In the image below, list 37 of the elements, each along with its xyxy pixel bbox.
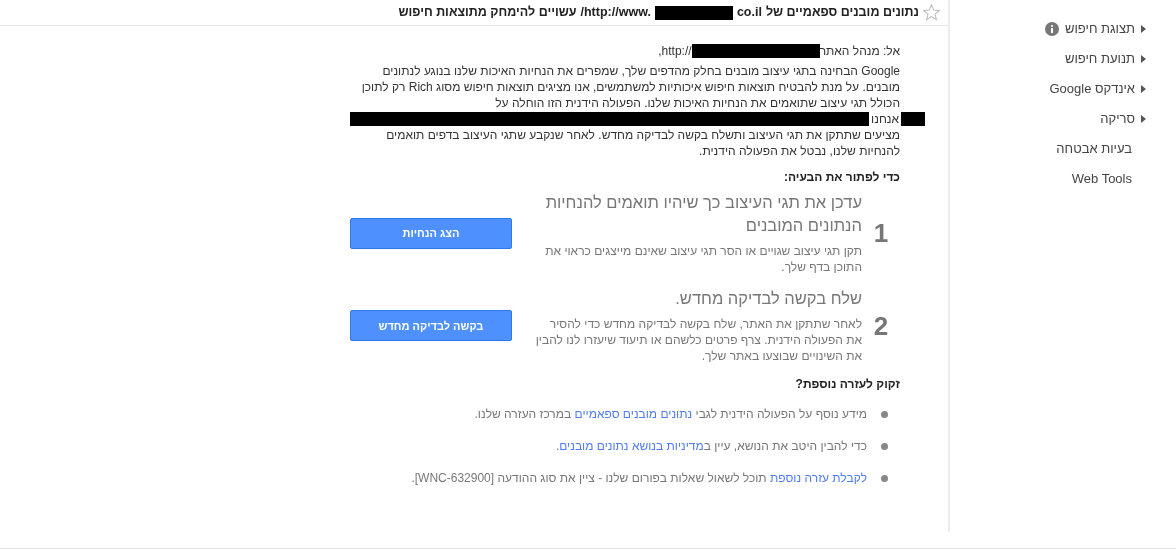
title-text: נתונים מובנים ספאמיים של <box>765 4 919 22</box>
info-icon[interactable] <box>1045 22 1059 36</box>
help-text: . <box>555 439 560 453</box>
message-paragraph: מציעים שתתקן את תגי העיצוב ותשלח בקשה לבדיקה מחדש. לאחר שנקבע שתגי העיצוב בדפים תואמים להנחיות שלנו, נבטל את הפעולה הידנית. <box>385 127 900 159</box>
help-link[interactable]: נתונים מובנים ספאמיים <box>574 407 693 421</box>
help-link[interactable]: מדיניות בנושא נתונים מובנים <box>559 439 704 453</box>
sidebar-item[interactable]: סריקה <box>950 104 1146 134</box>
sidebar-item[interactable]: Web Tools <box>950 164 1146 194</box>
step-description: תקן תגי עיצוב שגויים או הסר תגי עיצוב שאינם מייצגים כראוי את התוכן בדף שלך. <box>544 243 862 275</box>
step-title: עדכן את תגי העיצוב כך שיהיו תואמים להנחיות הנתונים המובנים <box>544 192 862 236</box>
step-title: שלח בקשה לבדיקה מחדש. <box>674 288 862 309</box>
help-text: במרכז העזרה שלנו. <box>474 407 573 421</box>
message-text: אנחנו <box>871 111 899 127</box>
bullet-icon <box>881 410 888 418</box>
recipient-text: ,http:// <box>658 43 692 59</box>
title-text: co.il <box>736 4 762 22</box>
title-text: /http://www. <box>580 4 651 22</box>
star-icon[interactable] <box>923 4 940 21</box>
sidebar-item[interactable]: תצוגת חיפוש <box>950 14 1146 44</box>
sidebar-item[interactable]: תנועת חיפוש <box>950 44 1146 74</box>
recipient-text: אל: מנהל האתר <box>819 43 900 59</box>
help-text: תוכל לשאול שאלות בפורום שלנו - ציין את סוג ההודעה [WNC-632900]. <box>411 471 768 485</box>
title-text: עשויים להימחק מתוצאות חיפוש <box>398 4 577 22</box>
message-paragraph: Google הבחינה בתגי עיצוב מובנים בחלק מהדפים שלך, שמפרים את הנחיות האיכות שלנו בנוגע לנתונים מובנים. על מנת להבטיח תוצאות חיפוש איכותיות למשתמשים, אנו מציגים תוצאות חיפוש מסוג Rich רק לתוכן הכולל תגי עיצוב שתואמים את הנחיות האיכות שלנו. הפעולה הידנית הזו הוחלה על <box>360 63 900 111</box>
help-link[interactable]: לקבלת עזרה נוספת <box>770 471 867 485</box>
section-heading: זקוק לעזרה נוספת? <box>794 376 900 392</box>
redaction-bar <box>901 112 925 126</box>
bullet-icon <box>881 442 888 450</box>
sidebar-item[interactable]: אינדקס Google <box>950 74 1146 104</box>
step-number: 1 <box>872 225 890 241</box>
section-heading: כדי לפתור את הבעיה: <box>782 169 900 185</box>
bullet-icon <box>881 474 888 482</box>
sidebar-item[interactable]: בעיות אבטחה <box>950 134 1146 164</box>
help-text: כדי להבין היטב את הנושא, עיין ב <box>703 439 867 453</box>
help-text: מידע נוסף על הפעולה הידנית לגבי <box>694 407 867 421</box>
step-description: לאחר שתתקן את האתר, שלח בקשה לבדיקה מחדש כדי להסיר את הפעולה הידנית. צרף פרטים כלשהם או תיעוד שיעזרו לנו להבין את השינויים שבוצעו באתר שלך. <box>534 316 862 364</box>
step-number: 2 <box>872 317 890 334</box>
